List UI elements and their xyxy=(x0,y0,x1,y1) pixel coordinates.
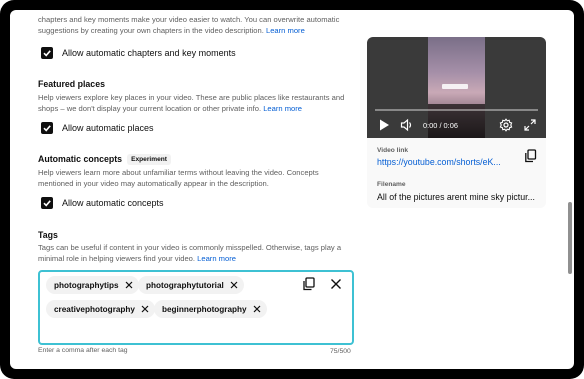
places-checkbox-label: Allow automatic places xyxy=(62,123,154,133)
scrollbar-thumb[interactable] xyxy=(568,202,572,274)
tag-chip: photographytutorial xyxy=(138,276,244,294)
video-progress-bar[interactable] xyxy=(375,109,538,111)
chapters-checkbox-label: Allow automatic chapters and key moments xyxy=(62,48,236,58)
settings-gear-icon[interactable] xyxy=(499,118,513,132)
video-link[interactable]: https://youtube.com/shorts/eK... xyxy=(377,157,501,167)
volume-icon[interactable] xyxy=(400,118,414,132)
video-details-page: chapters and key moments make your video… xyxy=(10,10,574,369)
tags-description: Tags can be useful if content in your vi… xyxy=(38,243,342,263)
chapters-description: chapters and key moments make your video… xyxy=(38,15,340,35)
play-icon[interactable] xyxy=(378,118,390,132)
filename-value: All of the pictures arent mine sky pictu… xyxy=(377,192,535,202)
video-time: 0:00 / 0:06 xyxy=(423,121,458,130)
close-icon[interactable] xyxy=(125,281,133,289)
video-player[interactable]: 0:00 / 0:06 xyxy=(367,37,546,138)
copy-icon[interactable] xyxy=(302,277,316,291)
clear-all-icon[interactable] xyxy=(329,277,343,291)
tags-hint: Enter a comma after each tag xyxy=(38,347,128,354)
tags-title: Tags xyxy=(38,230,58,240)
places-checkbox-row[interactable]: Allow automatic places xyxy=(41,122,154,134)
tag-chip: creativephotography xyxy=(46,300,155,318)
device-frame: chapters and key moments make your video… xyxy=(0,0,584,379)
concepts-checkbox-row[interactable]: Allow automatic concepts xyxy=(41,197,164,209)
featured-places-description: Help viewers explore key places in your … xyxy=(38,93,345,113)
video-link-label: Video link xyxy=(377,147,409,154)
chapters-checkbox-row[interactable]: Allow automatic chapters and key moments xyxy=(41,47,236,59)
concepts-checkbox[interactable] xyxy=(41,197,53,209)
concepts-checkbox-label: Allow automatic concepts xyxy=(62,198,164,208)
tag-chip: photographytips xyxy=(46,276,139,294)
places-checkbox[interactable] xyxy=(41,122,53,134)
close-icon[interactable] xyxy=(253,305,261,313)
tags-input[interactable]: photographytips photographytutorial crea… xyxy=(38,270,354,345)
tags-learn-more-link[interactable]: Learn more xyxy=(197,254,236,263)
check-icon xyxy=(43,125,51,132)
chapters-checkbox[interactable] xyxy=(41,47,53,59)
automatic-concepts-title: Automatic concepts Experiment xyxy=(38,154,171,165)
tags-count: 75/500 xyxy=(330,348,351,355)
automatic-concepts-description: Help viewers learn more about unfamiliar… xyxy=(38,168,319,188)
check-icon xyxy=(43,200,51,207)
close-icon[interactable] xyxy=(141,305,149,313)
screen: chapters and key moments make your video… xyxy=(10,10,574,369)
chapters-learn-more-link[interactable]: Learn more xyxy=(266,26,305,35)
experiment-badge: Experiment xyxy=(127,154,171,165)
fullscreen-icon[interactable] xyxy=(523,118,537,132)
featured-places-learn-more-link[interactable]: Learn more xyxy=(263,104,302,113)
check-icon xyxy=(43,50,51,57)
close-icon[interactable] xyxy=(230,281,238,289)
filename-label: Filename xyxy=(377,181,406,188)
video-preview-card: 0:00 / 0:06 Video link https://youtube.c… xyxy=(367,37,546,208)
featured-places-title: Featured places xyxy=(38,79,105,89)
copy-link-icon[interactable] xyxy=(524,149,537,163)
tag-chip: beginnerphotography xyxy=(154,300,267,318)
